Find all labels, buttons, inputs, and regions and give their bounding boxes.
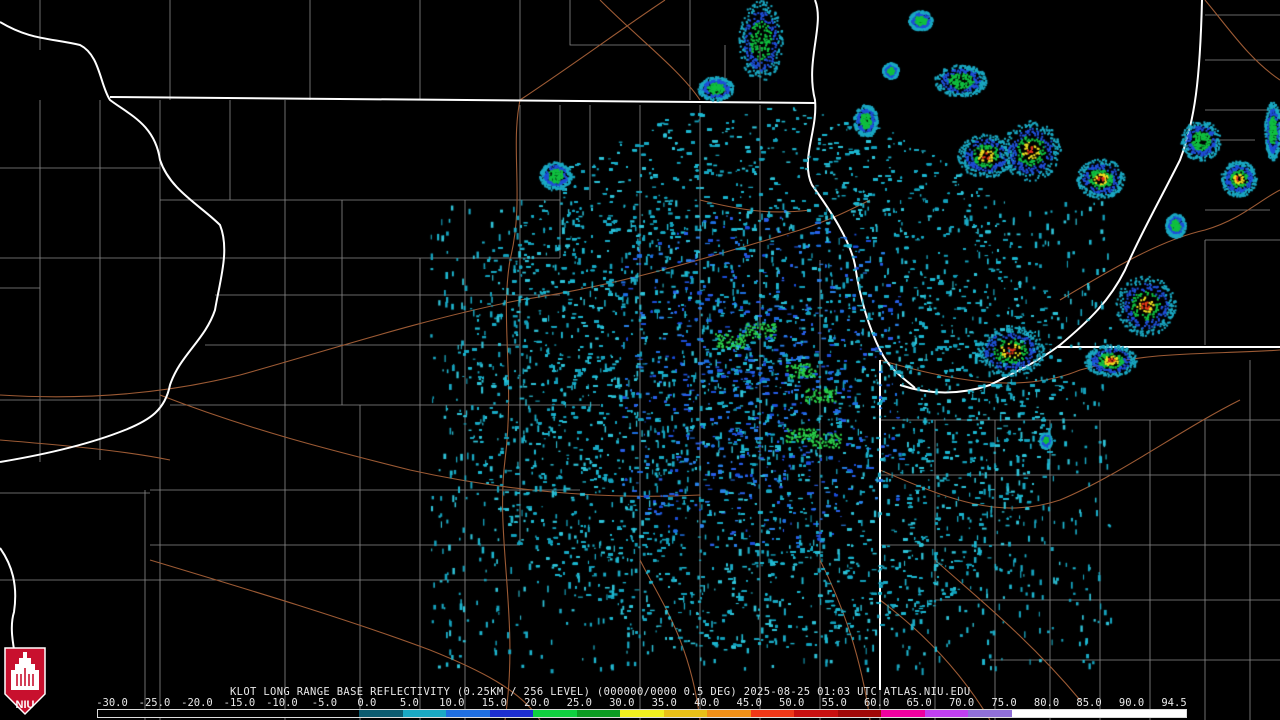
scale-tick-label: 0.0: [357, 697, 377, 709]
scale-tick-label: -10.0: [266, 697, 298, 709]
scale-tick-label: 94.5: [1161, 697, 1187, 709]
scale-color-segment: [707, 710, 751, 717]
scale-tick-label: 70.0: [948, 697, 975, 709]
scale-tick-label: 60.0: [863, 697, 890, 709]
scale-tick-label: 85.0: [1076, 697, 1102, 709]
scale-tick-label: -20.0: [181, 697, 213, 709]
scale-color-segment: [1142, 710, 1186, 717]
scale-color-segment: [924, 710, 969, 717]
scale-color-segment: [489, 710, 534, 717]
scale-tick-label: 35.0: [651, 697, 677, 709]
scale-tick-label: -30.0: [96, 697, 128, 709]
reflectivity-returns: [0, 0, 1280, 720]
scale-tick-label: 5.0: [399, 697, 419, 709]
scale-tick-label: 30.0: [609, 697, 635, 709]
scale-tick-label: -25.0: [138, 697, 171, 709]
scale-color-segment: [141, 710, 186, 717]
scale-color-segment: [185, 710, 229, 717]
scale-tick-label: -15.0: [223, 697, 256, 709]
scale-color-segment: [315, 710, 360, 717]
scale-tick-label: 55.0: [821, 697, 847, 709]
color-scale-labels: -30.0 -25.0 -20.0 -15.0 -10.0 -5.0 0.0 5.0 10.0 1…: [0, 697, 1280, 709]
scale-tick-label: 15.0: [481, 697, 507, 709]
scale-color-segment: [272, 710, 316, 717]
scale-color-segment: [1011, 710, 1056, 717]
color-scale-bar: [97, 709, 1187, 718]
scale-color-segment: [402, 710, 447, 717]
scale-color-segment: [794, 710, 838, 717]
scale-tick-label: 75.0: [991, 697, 1017, 709]
scale-tick-label: 20.0: [524, 697, 550, 709]
scale-color-segment: [881, 710, 925, 717]
scale-color-segment: [620, 710, 664, 717]
scale-tick-label: 10.0: [439, 697, 465, 709]
radar-display: NIU KLOT LONG RANGE BASE REFLECTIVITY (0…: [0, 0, 1280, 720]
scale-color-segment: [1098, 710, 1143, 717]
scale-tick-label: 25.0: [566, 697, 592, 709]
scale-color-segment: [1055, 710, 1099, 717]
scale-tick-label: 65.0: [906, 697, 932, 709]
scale-tick-label: 80.0: [1033, 697, 1060, 709]
scale-color-segment: [663, 710, 708, 717]
scale-tick-label: 90.0: [1118, 697, 1145, 709]
scale-color-segment: [359, 710, 403, 717]
scale-color-segment: [533, 710, 577, 717]
scale-color-segment: [446, 710, 490, 717]
scale-tick-label: -5.0: [311, 697, 338, 709]
scale-tick-label: 50.0: [779, 697, 805, 709]
scale-color-segment: [576, 710, 621, 717]
scale-tick-label: 40.0: [694, 697, 720, 709]
scale-color-segment: [750, 710, 795, 717]
scale-color-segment: [837, 710, 882, 717]
scale-tick-label: 45.0: [736, 697, 762, 709]
scale-color-segment: [228, 710, 273, 717]
scale-color-segment: [98, 710, 142, 717]
scale-color-segment: [968, 710, 1012, 717]
